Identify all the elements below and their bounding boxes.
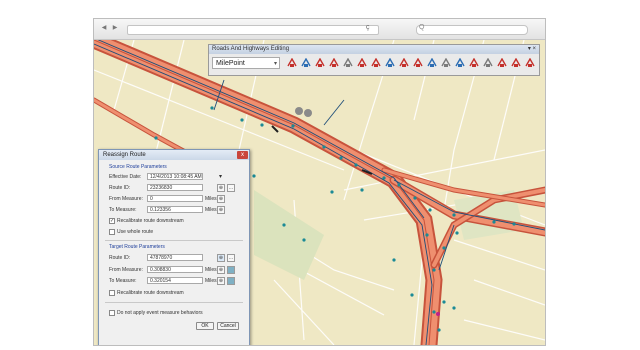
target-route-label: Route ID: [109,255,131,261]
forward-arrow-icon[interactable]: ▶ [111,25,119,32]
no-event-behavior-checkbox[interactable] [109,310,115,316]
retire-route-icon[interactable] [315,58,325,68]
calibrate-icon[interactable] [301,58,311,68]
attribute-icon[interactable] [469,58,479,68]
table-icon[interactable] [483,58,493,68]
target-from-label: From Measure: [109,267,143,273]
source-from-field[interactable]: 0 [147,195,203,202]
divider [105,240,243,241]
toolbar-close-button[interactable]: ▾ × [528,45,536,54]
source-group-title: Source Route Parameters [109,164,167,170]
recalibrate-source-checkbox[interactable]: ✓ [109,218,115,224]
target-to-label: To Measure: [109,278,137,284]
more-button[interactable]: ... [227,254,235,262]
source-to-field[interactable]: 0.123356 [147,206,203,213]
event-icon[interactable] [413,58,423,68]
realign-route-icon[interactable] [357,58,367,68]
reassign-route-dialog: Reassign Route x Source Route Parameters… [98,149,250,345]
pick-measure-icon[interactable]: ⊕ [217,266,225,274]
extend-route-icon[interactable] [329,58,339,68]
units-label: Miles [205,278,217,284]
chevron-down-icon[interactable]: ▾ [219,173,222,180]
recalibrate-source-label: Recalibrate route downstream [117,218,184,224]
toolbar-title: Roads And Highways Editing [209,45,539,54]
reverse-route-icon[interactable] [371,58,381,68]
pick-route-icon[interactable]: ⊕ [217,254,225,262]
back-arrow-icon[interactable]: ◀ [100,25,108,32]
park-area [254,190,324,280]
source-from-label: From Measure: [109,196,143,202]
search-input[interactable]: Q [416,24,528,35]
target-from-field[interactable]: 0.308830 [147,266,203,273]
recalibrate-target-checkbox[interactable] [109,290,115,296]
no-event-behavior-label: Do not apply event measure behaviors [117,310,203,316]
create-route-icon[interactable] [399,58,409,68]
point-event-icon[interactable] [427,58,437,68]
close-icon[interactable]: x [237,151,248,159]
units-label: Miles [205,267,217,273]
pick-measure-icon[interactable]: ⊕ [217,195,225,203]
units-label: Miles [205,196,217,202]
divider [105,302,243,303]
line-event-icon[interactable] [441,58,451,68]
source-route-label: Route ID: [109,185,131,191]
more-button[interactable]: ... [227,184,235,192]
address-bar[interactable] [127,25,379,35]
map-canvas[interactable]: Roads And Highways Editing ▾ × MilePoint… [94,40,545,345]
recalibrate-target-label: Recalibrate route downstream [117,290,184,296]
use-whole-route-checkbox[interactable] [109,229,115,235]
cancel-button[interactable]: Cancel [217,322,239,330]
reload-icon[interactable]: ç [366,24,370,31]
effective-date-label: Effective Date: [109,174,142,180]
source-route-field[interactable]: 23236830 [147,184,203,191]
selection-marker[interactable] [304,109,312,117]
browser-toolbar: ◀ ▶ ç Q [94,19,545,40]
selection-marker[interactable] [295,107,303,115]
layer-select-value: MilePoint [216,60,245,67]
remove-icon[interactable] [525,58,535,68]
reassign-route-icon[interactable] [343,58,353,68]
roads-highways-toolbar: Roads And Highways Editing ▾ × MilePoint… [208,44,540,76]
chevron-down-icon: ▾ [273,61,277,67]
cartographic-realign-icon[interactable] [385,58,395,68]
event-point[interactable] [436,312,440,316]
target-to-field[interactable]: 0.320154 [147,277,203,284]
application-window: ◀ ▶ ç Q Roads And Highways Editing ▾ × M… [93,18,546,346]
use-whole-route-label: Use whole route [117,229,154,235]
flash-measure-icon[interactable] [227,277,235,285]
target-route-field[interactable]: 47878970 [147,254,203,261]
pick-route-icon[interactable]: ⊕ [217,184,225,192]
layer-select[interactable]: MilePoint ▾ [212,57,280,69]
locate-icon[interactable] [455,58,465,68]
target-group-title: Target Route Parameters [109,244,165,250]
home-icon[interactable] [511,58,521,68]
source-to-label: To Measure: [109,207,137,213]
flash-measure-icon[interactable] [227,266,235,274]
pick-measure-icon[interactable]: ⊕ [217,277,225,285]
record-icon[interactable] [497,58,507,68]
units-label: Miles [205,207,217,213]
pick-measure-icon[interactable]: ⊕ [217,206,225,214]
ok-button[interactable]: OK [196,322,214,330]
route-edit-icon[interactable] [287,58,297,68]
effective-date-field[interactable]: 12/4/2013 10:08:45 AM [147,173,203,180]
search-icon: Q [419,24,425,31]
dialog-title: Reassign Route [99,150,249,160]
